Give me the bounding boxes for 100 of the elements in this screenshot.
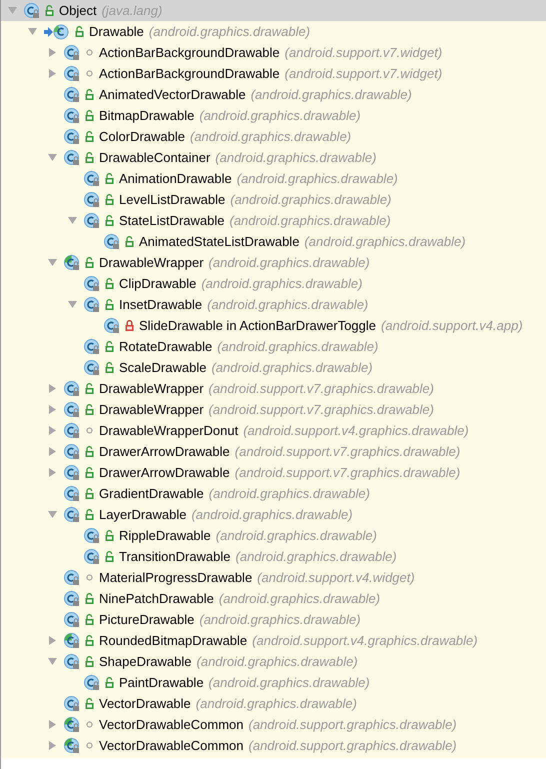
tree-item[interactable]: DrawableWrapperDonut (android.support.v4.graphics.drawable)	[1, 420, 546, 441]
class-icon	[84, 170, 100, 186]
collapse-arrow-icon[interactable]	[48, 510, 57, 519]
tree-item[interactable]: NinePatchDrawable (android.graphics.drawable)	[1, 588, 546, 609]
class-icon	[104, 318, 120, 334]
package-name: (android.graphics.drawable)	[196, 652, 358, 671]
package-name: (android.support.v7.graphics.drawable)	[234, 442, 460, 461]
tree-item[interactable]: DrawableWrapper (android.support.v7.graphics.drawable)	[1, 399, 546, 420]
tree-item[interactable]: VectorDrawable (android.graphics.drawable)	[1, 693, 546, 714]
collapse-arrow-icon[interactable]	[48, 153, 57, 162]
tree-item[interactable]: RoundedBitmapDrawable (android.support.v4.graphics.drawable)	[1, 630, 546, 651]
package-name: (java.lang)	[102, 2, 162, 20]
tree-item[interactable]: RotateDrawable (android.graphics.drawable)	[1, 336, 546, 357]
class-name: DrawableContainer	[99, 148, 210, 167]
tree-item[interactable]: Object (java.lang)	[1, 0, 546, 21]
class-icon	[64, 654, 80, 670]
tree-item[interactable]: GradientDrawable (android.graphics.drawable)	[1, 483, 546, 504]
class-name: VectorDrawableCommon	[99, 716, 244, 734]
tree-item[interactable]: Drawable (android.graphics.drawable)	[1, 21, 546, 42]
expand-arrow-icon[interactable]	[48, 48, 57, 57]
tree-item[interactable]: ActionBarBackgroundDrawable (android.support.v7.widget)	[1, 63, 546, 84]
tree-item[interactable]: DrawableWrapper (android.support.v7.graphics.drawable)	[1, 378, 546, 399]
package-name: (android.graphics.drawable)	[230, 212, 391, 230]
class-icon	[84, 528, 100, 544]
tree-item[interactable]: VectorDrawableCommon (android.support.graphics.drawable)	[1, 735, 546, 756]
tree-item[interactable]: VectorDrawableCommon (android.support.graphics.drawable)	[1, 714, 546, 735]
tree-item[interactable]: InsetDrawable (android.graphics.drawable)	[1, 294, 546, 315]
package-name: (android.support.graphics.drawable)	[248, 736, 457, 755]
class-name: TransitionDrawable	[119, 548, 231, 566]
collapse-arrow-icon[interactable]	[68, 300, 77, 309]
class-name: LayerDrawable	[99, 506, 186, 524]
expand-arrow-icon[interactable]	[48, 447, 57, 456]
package-name: (android.graphics.drawable)	[199, 610, 361, 629]
expand-arrow-icon[interactable]	[48, 426, 57, 435]
tree-item[interactable]: ClipDrawable (android.graphics.drawable)	[1, 273, 546, 294]
tree-item[interactable]: TransitionDrawable (android.graphics.drawable)	[1, 546, 546, 567]
package-name: (android.support.v4.graphics.drawable)	[243, 422, 469, 440]
expand-arrow-icon[interactable]	[48, 720, 57, 729]
tree-item[interactable]: AnimationDrawable (android.graphics.drawable)	[1, 168, 546, 189]
collapse-arrow-icon[interactable]	[28, 27, 37, 36]
class-icon	[104, 234, 120, 250]
tree-item[interactable]: SlideDrawable in ActionBarDrawerToggle (android.support.v4.app)	[1, 315, 546, 336]
expand-arrow-icon[interactable]	[48, 741, 57, 750]
tree-item[interactable]: DrawerArrowDrawable (android.support.v7.graphics.drawable)	[1, 462, 546, 483]
package-name: (android.graphics.drawable)	[304, 232, 466, 251]
package-name: (android.support.v7.graphics.drawable)	[208, 380, 434, 398]
expand-arrow-icon[interactable]	[48, 384, 57, 393]
tree-item[interactable]: RippleDrawable (android.graphics.drawable)	[1, 525, 546, 546]
collapse-arrow-icon[interactable]	[68, 216, 77, 225]
class-name: StateListDrawable	[119, 212, 224, 230]
package-name: (android.graphics.drawable)	[190, 128, 352, 146]
tree-item[interactable]: ActionBarBackgroundDrawable (android.support.v7.widget)	[1, 42, 546, 63]
package-name: (android.graphics.drawable)	[236, 170, 398, 188]
class-icon	[84, 296, 100, 312]
package-name: (android.graphics.drawable)	[199, 106, 361, 125]
class-name: PaintDrawable	[119, 674, 204, 692]
abstract-class-icon	[64, 738, 80, 754]
tree-item[interactable]: ColorDrawable (android.graphics.drawable)	[1, 126, 546, 147]
class-icon	[84, 674, 100, 690]
class-name: ActionBarBackgroundDrawable	[99, 44, 280, 62]
collapse-arrow-icon[interactable]	[8, 6, 17, 15]
tree-item[interactable]: ShapeDrawable (android.graphics.drawable)	[1, 651, 546, 672]
tree-item[interactable]: MaterialProgressDrawable (android.support.v4.widget)	[1, 567, 546, 588]
tree-item[interactable]: BitmapDrawable (android.graphics.drawable)	[1, 105, 546, 126]
tree-item[interactable]: PaintDrawable (android.graphics.drawable)	[1, 672, 546, 693]
package-name: (android.support.v7.graphics.drawable)	[208, 400, 434, 419]
tree-item[interactable]: PictureDrawable (android.graphics.drawable)	[1, 609, 546, 630]
tree-item[interactable]: LayerDrawable (android.graphics.drawable)	[1, 504, 546, 525]
class-icon	[64, 422, 80, 438]
package-name: (android.graphics.drawable)	[201, 274, 362, 293]
tree-item[interactable]: DrawerArrowDrawable (android.support.v7.graphics.drawable)	[1, 441, 546, 462]
class-name: RotateDrawable	[119, 338, 212, 356]
expand-arrow-icon[interactable]	[48, 405, 57, 414]
expand-arrow-icon[interactable]	[48, 468, 57, 477]
class-icon	[24, 2, 40, 18]
class-name: ShapeDrawable	[99, 652, 192, 671]
class-name: PictureDrawable	[99, 610, 194, 629]
package-name: (android.graphics.drawable)	[217, 338, 378, 356]
class-name: VectorDrawable	[99, 694, 191, 713]
expand-arrow-icon[interactable]	[48, 69, 57, 78]
tree-item[interactable]: AnimatedVectorDrawable (android.graphics.drawable)	[1, 84, 546, 105]
tree-item[interactable]: LevelListDrawable (android.graphics.drawable)	[1, 189, 546, 210]
class-name: GradientDrawable	[99, 484, 204, 503]
tree-item[interactable]: DrawableContainer (android.graphics.drawable)	[1, 147, 546, 168]
collapse-arrow-icon[interactable]	[48, 258, 57, 267]
tree-item[interactable]: StateListDrawable (android.graphics.drawable)	[1, 210, 546, 231]
collapse-arrow-icon[interactable]	[48, 657, 57, 666]
package-name: (android.support.v7.widget)	[284, 44, 442, 62]
class-icon	[64, 380, 80, 396]
class-name: MaterialProgressDrawable	[99, 568, 252, 587]
class-icon	[84, 360, 100, 376]
package-name: (android.support.v7.widget)	[284, 64, 442, 83]
class-icon	[84, 212, 100, 228]
tree-item[interactable]: AnimatedStateListDrawable (android.graphics.drawable)	[1, 231, 546, 252]
tree-item[interactable]: DrawableWrapper (android.graphics.drawable)	[1, 252, 546, 273]
class-icon	[84, 548, 100, 564]
package-name: (android.graphics.drawable)	[208, 484, 370, 503]
tree-item[interactable]: ScaleDrawable (android.graphics.drawable)	[1, 357, 546, 378]
package-name: (android.graphics.drawable)	[218, 590, 380, 608]
expand-arrow-icon[interactable]	[48, 636, 57, 645]
